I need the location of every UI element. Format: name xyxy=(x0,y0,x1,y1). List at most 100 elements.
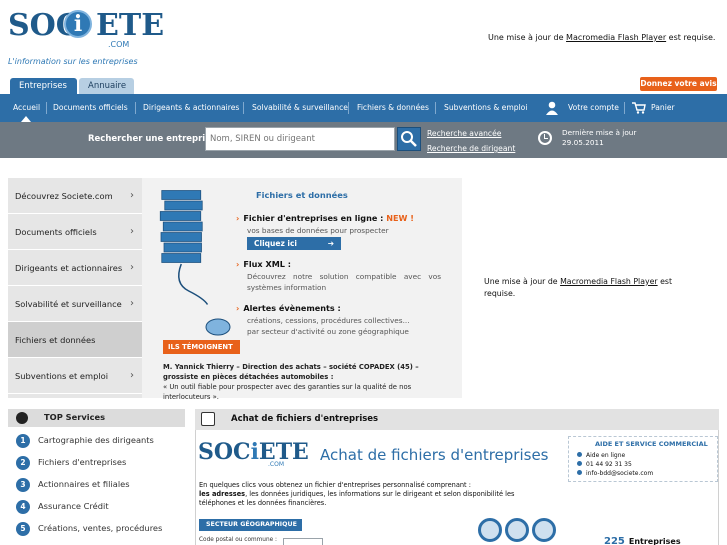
service-number: 5 xyxy=(16,522,30,536)
service-item[interactable]: 3 Actionnaires et filiales xyxy=(8,474,185,496)
help-email: info-bdd@societe.com xyxy=(586,470,654,477)
banner-item-fichier[interactable]: › Fichier d'entreprises en ligne : NEW ! xyxy=(236,213,414,223)
nav-item-subventions[interactable]: Subventions & emploi xyxy=(444,94,527,122)
flash-text-before: Une mise à jour de xyxy=(484,277,561,286)
postal-code-input[interactable] xyxy=(283,538,323,545)
banner-item-fichier-sub: vos bases de données pour prospecter xyxy=(247,226,389,235)
chevron-right-icon: › xyxy=(130,370,134,381)
service-item[interactable]: 5 Créations, ventes, procédures xyxy=(8,518,185,540)
arrow-right-icon: › xyxy=(236,213,240,223)
menu-item-documents[interactable]: Documents officiels › xyxy=(8,214,142,250)
banner-item-flux[interactable]: › Flux XML : xyxy=(236,259,291,269)
nav-item-documents[interactable]: Documents officiels xyxy=(53,94,128,122)
flash-text-before: Une mise à jour de xyxy=(488,33,567,42)
flash-player-link[interactable]: Macromedia Flash Player xyxy=(560,277,658,286)
nav-item-dirigeants[interactable]: Dirigeants & actionnaires xyxy=(143,94,239,122)
result-count: 225 Entreprises xyxy=(604,536,681,545)
chevron-right-icon: › xyxy=(130,226,134,237)
arrow-up-circle-icon xyxy=(16,412,28,424)
help-online: Aide en ligne xyxy=(586,452,626,459)
banner-title: Fichiers et données xyxy=(256,190,348,200)
banner-item-fichier-title: Fichier d'entreprises en ligne xyxy=(243,213,378,223)
banner-item-flux-title: Flux XML : xyxy=(243,259,291,269)
last-update-date: 29.05.2011 xyxy=(562,138,604,147)
menu-item-label: Documents officiels xyxy=(15,227,97,237)
flash-notice-top: Une mise à jour de Macromedia Flash Play… xyxy=(488,33,715,42)
top-services-header: TOP Services xyxy=(8,409,185,427)
service-item[interactable]: 4 Assurance Crédit xyxy=(8,496,185,518)
mouse-icon xyxy=(205,318,231,336)
director-search-link[interactable]: Recherche de dirigeant xyxy=(427,141,515,156)
chevron-right-icon: › xyxy=(130,298,134,309)
postal-code-label: Code postal ou commune : xyxy=(199,537,278,543)
side-menu: Découvrez Societe.com › Documents officie… xyxy=(8,178,142,398)
tab-annuaire[interactable]: Annuaire xyxy=(79,78,134,94)
achat-title: Achat de fichiers d'entreprises xyxy=(320,446,549,464)
service-label: Assurance Crédit xyxy=(38,501,109,511)
department-map-icon[interactable] xyxy=(532,518,556,542)
achat-desc-2: les adresses, les données juridiques, le… xyxy=(199,490,529,508)
sales-help-box: AIDE ET SERVICE COMMERCIAL Aide en ligne… xyxy=(568,436,718,482)
achat-description: En quelques clics vous obtenez un fichie… xyxy=(199,481,529,508)
logo-word-right: ETE xyxy=(96,8,165,43)
service-label: Fichiers d'entreprises xyxy=(38,457,127,467)
new-badge: NEW ! xyxy=(386,213,414,223)
logo-com: .COM xyxy=(108,40,130,49)
banner-item-alertes[interactable]: › Alertes évènements : xyxy=(236,303,341,313)
search-document-icon xyxy=(201,412,215,426)
feedback-button[interactable]: Donnez votre avis ! xyxy=(640,77,717,102)
help-online-line[interactable]: Aide en ligne xyxy=(577,452,625,460)
info-bullet-icon xyxy=(577,461,582,466)
clock-icon xyxy=(538,131,552,145)
flash-player-link[interactable]: Macromedia Flash Player xyxy=(566,33,666,42)
service-number: 1 xyxy=(16,434,30,448)
tab-entreprises[interactable]: Entreprises xyxy=(10,78,77,94)
achat-logo: SOCiETE xyxy=(198,439,309,465)
flash-text-after: est requise. xyxy=(666,33,716,42)
cliquez-ici-button[interactable]: Cliquez ici ➔ xyxy=(247,237,341,250)
nav-item-solvabilite[interactable]: Solvabilité & surveillance xyxy=(252,94,348,122)
help-phone-line: 01 44 92 31 35 xyxy=(577,461,632,469)
service-label: Actionnaires et filiales xyxy=(38,479,130,489)
region-map-icon[interactable] xyxy=(505,518,529,542)
info-bullet-icon xyxy=(577,452,582,457)
menu-item-solvabilite[interactable]: Solvabilité et surveillance › xyxy=(8,286,142,322)
nav-separator xyxy=(348,102,349,114)
menu-item-dirigeants[interactable]: Dirigeants et actionnaires › xyxy=(8,250,142,286)
arrow-right-icon: ➔ xyxy=(327,239,334,248)
top-services-title: TOP Services xyxy=(44,412,106,422)
secteur-tab[interactable]: SECTEUR GÉOGRAPHIQUE xyxy=(199,519,302,531)
menu-item-decouvrez[interactable]: Découvrez Societe.com › xyxy=(8,178,142,214)
arrow-right-icon: › xyxy=(236,303,240,313)
search-button[interactable] xyxy=(397,127,421,151)
nav-separator xyxy=(435,102,436,114)
nav-item-fichiers[interactable]: Fichiers & données xyxy=(357,94,429,122)
service-item[interactable]: 1 Cartographie des dirigeants xyxy=(8,430,185,452)
menu-item-fichiers[interactable]: Fichiers et données xyxy=(8,322,142,358)
menu-item-label: Dirigeants et actionnaires xyxy=(15,263,123,273)
cart-icon xyxy=(632,102,646,114)
search-input[interactable] xyxy=(205,127,395,151)
france-map-icon[interactable] xyxy=(478,518,502,542)
logo[interactable]: SOC i ETE .COM xyxy=(8,4,164,56)
service-number: 4 xyxy=(16,500,30,514)
help-email-line[interactable]: info-bdd@societe.com xyxy=(577,470,653,478)
achat-desc-bold: les adresses xyxy=(199,490,246,498)
service-item[interactable]: 2 Fichiers d'entreprises xyxy=(8,452,185,474)
advanced-search-link[interactable]: Recherche avancée xyxy=(427,126,515,141)
nav-separator xyxy=(135,102,136,114)
help-phone: 01 44 92 31 35 xyxy=(586,461,632,468)
testimonial-author: M. Yannick Thierry – Direction des achat… xyxy=(163,363,419,381)
arrow-right-icon: › xyxy=(236,259,240,269)
chevron-right-icon: › xyxy=(130,190,134,201)
books-illustration xyxy=(159,190,209,305)
info-bullet-icon xyxy=(577,470,582,475)
flash-notice-middle: Une mise à jour de Macromedia Flash Play… xyxy=(484,276,694,300)
banner-item-flux-sub: Découvrez notre solution compatible avec… xyxy=(247,272,441,292)
menu-item-subventions[interactable]: Subventions et emploi › xyxy=(8,358,142,394)
menu-item-label: Solvabilité et surveillance xyxy=(15,299,122,309)
main-nav: Accueil Documents officiels Dirigeants &… xyxy=(0,94,727,122)
cart-link[interactable]: Panier xyxy=(651,94,675,122)
banner-item-alertes-sub2: par secteur d'activité ou zone géographi… xyxy=(247,327,409,336)
account-link[interactable]: Votre compte xyxy=(568,94,619,122)
